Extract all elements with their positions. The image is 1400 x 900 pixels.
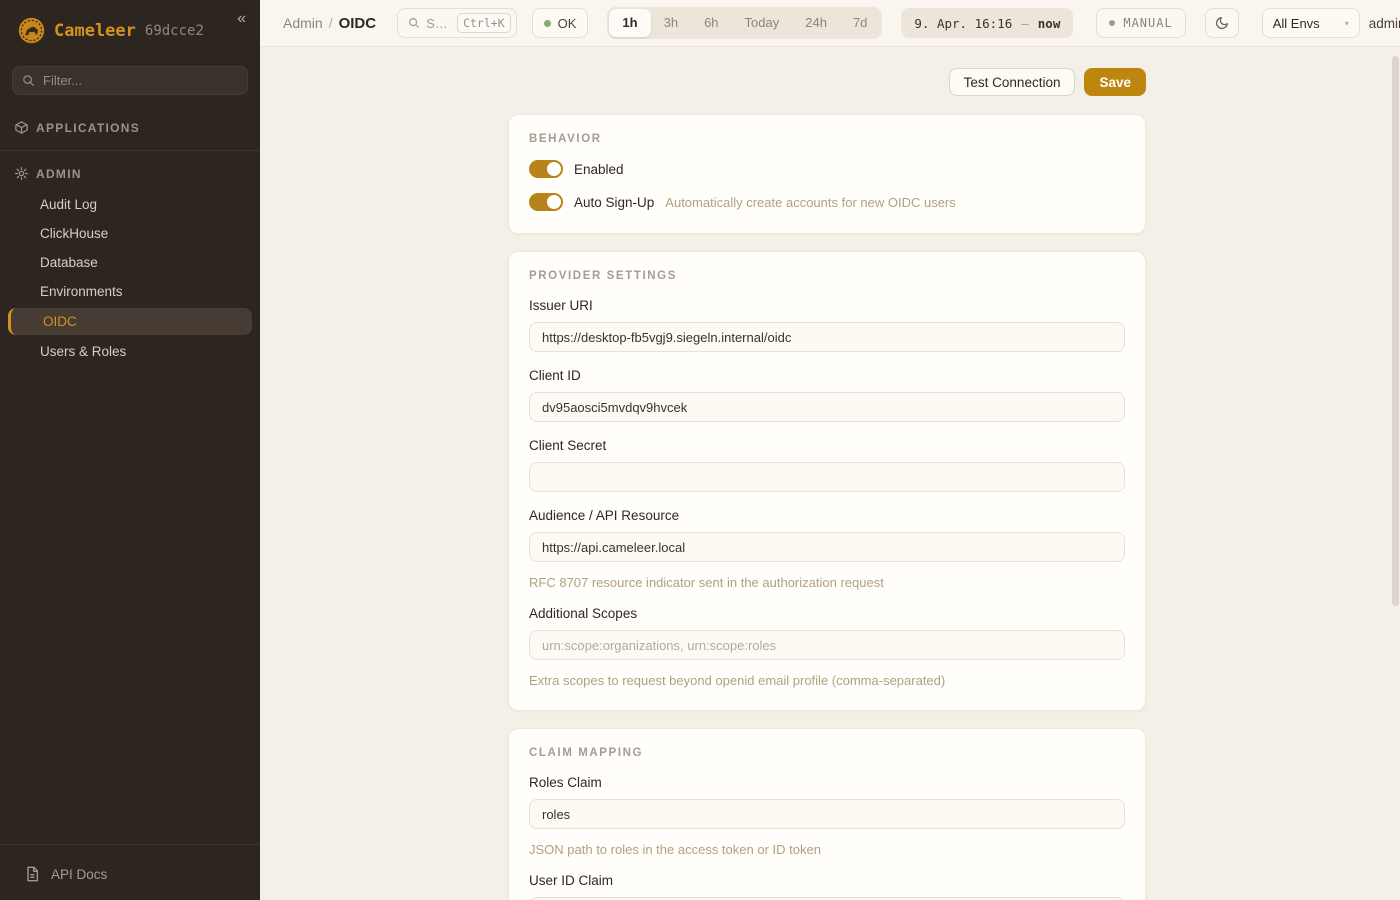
- main-area: Admin / OIDC Ctrl+K OK 1h 3h 6h Today: [260, 0, 1400, 900]
- brand-name: Cameleer: [54, 21, 136, 41]
- client-secret-input[interactable]: [529, 462, 1125, 492]
- time-range-today[interactable]: Today: [732, 9, 793, 37]
- breadcrumb-page: OIDC: [339, 15, 377, 32]
- breadcrumb-separator: /: [329, 15, 333, 31]
- time-range-segmented-control: 1h 3h 6h Today 24h 7d: [607, 7, 882, 39]
- provider-settings-card: PROVIDER SETTINGS Issuer URI Client ID C…: [508, 251, 1146, 711]
- environment-select[interactable]: All Envs ▾: [1262, 8, 1360, 38]
- theme-toggle-button[interactable]: [1205, 8, 1239, 38]
- moon-icon: [1214, 15, 1230, 31]
- sidebar-header: Cameleer 69dcce2 «: [0, 0, 260, 58]
- breadcrumb-admin[interactable]: Admin: [283, 15, 323, 31]
- client-secret-label: Client Secret: [529, 438, 1125, 453]
- breadcrumb: Admin / OIDC: [283, 15, 376, 32]
- filter-input[interactable]: [12, 66, 248, 95]
- username-label: admin: [1369, 16, 1400, 31]
- date-range-start: 9. Apr. 16:16: [914, 16, 1012, 31]
- date-range-end: now: [1038, 16, 1061, 31]
- health-status-button[interactable]: OK: [532, 8, 589, 38]
- roles-claim-label: Roles Claim: [529, 775, 1125, 790]
- additional-scopes-label: Additional Scopes: [529, 606, 1125, 621]
- enabled-toggle-row: Enabled: [529, 160, 1125, 178]
- auto-signup-toggle[interactable]: [529, 193, 563, 211]
- date-range-separator: —: [1021, 16, 1029, 31]
- audience-input[interactable]: [529, 532, 1125, 562]
- section-applications-label: APPLICATIONS: [36, 121, 140, 135]
- search-icon: [407, 16, 421, 30]
- behavior-card: BEHAVIOR Enabled Auto Sign-Up Automatica…: [508, 114, 1146, 234]
- admin-nav: Audit Log ClickHouse Database Environmen…: [0, 190, 260, 366]
- client-id-input[interactable]: [529, 392, 1125, 422]
- sidebar-filter: [12, 66, 248, 95]
- sidebar-item-database[interactable]: Database: [0, 248, 260, 277]
- cube-icon: [14, 120, 29, 135]
- roles-claim-input[interactable]: [529, 799, 1125, 829]
- auto-signup-hint: Automatically create accounts for new OI…: [665, 195, 955, 210]
- page-content: Test Connection Save BEHAVIOR Enabled Au…: [260, 47, 1400, 900]
- sidebar-item-audit-log[interactable]: Audit Log: [0, 190, 260, 219]
- time-range-7d[interactable]: 7d: [840, 9, 880, 37]
- search-icon: [21, 73, 36, 88]
- sidebar-item-users-roles[interactable]: Users & Roles: [0, 337, 260, 366]
- time-range-1h[interactable]: 1h: [609, 9, 650, 37]
- scrollbar[interactable]: [1392, 56, 1399, 606]
- issuer-uri-input[interactable]: [529, 322, 1125, 352]
- audience-label: Audience / API Resource: [529, 508, 1125, 523]
- status-green-dot: [544, 20, 551, 27]
- section-admin[interactable]: ADMIN: [0, 157, 260, 190]
- refresh-mode-dot: [1109, 20, 1115, 26]
- enabled-toggle-label: Enabled: [574, 162, 624, 177]
- time-range-24h[interactable]: 24h: [792, 9, 840, 37]
- sidebar-item-clickhouse[interactable]: ClickHouse: [0, 219, 260, 248]
- enabled-toggle[interactable]: [529, 160, 563, 178]
- sidebar-divider: [0, 150, 260, 151]
- chevron-down-icon: ▾: [1345, 19, 1349, 28]
- section-applications[interactable]: APPLICATIONS: [0, 111, 260, 144]
- gear-icon: [14, 166, 29, 181]
- document-icon: [24, 866, 40, 882]
- cameleer-logo-icon: [18, 17, 45, 44]
- refresh-mode-button[interactable]: MANUAL: [1096, 8, 1185, 38]
- save-button[interactable]: Save: [1084, 68, 1146, 96]
- global-search[interactable]: Ctrl+K: [397, 8, 517, 38]
- time-range-3h[interactable]: 3h: [651, 9, 691, 37]
- time-range-6h[interactable]: 6h: [691, 9, 731, 37]
- sidebar-item-environments[interactable]: Environments: [0, 277, 260, 306]
- toggle-knob: [547, 195, 561, 209]
- behavior-card-title: BEHAVIOR: [529, 133, 1125, 145]
- topbar: Admin / OIDC Ctrl+K OK 1h 3h 6h Today: [260, 0, 1400, 47]
- provider-card-title: PROVIDER SETTINGS: [529, 270, 1125, 282]
- additional-scopes-input[interactable]: [529, 630, 1125, 660]
- sidebar-footer: API Docs: [0, 838, 260, 900]
- environment-select-value: All Envs: [1273, 16, 1320, 31]
- api-docs-link[interactable]: API Docs: [0, 851, 260, 900]
- build-version: 69dcce2: [145, 23, 204, 39]
- auto-signup-toggle-label: Auto Sign-Up: [574, 195, 654, 210]
- claim-mapping-card: CLAIM MAPPING Roles Claim JSON path to r…: [508, 728, 1146, 900]
- section-admin-label: ADMIN: [36, 167, 82, 181]
- search-shortcut-kbd: Ctrl+K: [457, 13, 511, 33]
- additional-scopes-hint: Extra scopes to request beyond openid em…: [529, 673, 1125, 688]
- issuer-uri-label: Issuer URI: [529, 298, 1125, 313]
- api-docs-label: API Docs: [51, 867, 107, 882]
- sidebar: Cameleer 69dcce2 « APPLICATIONS ADMIN: [0, 0, 260, 900]
- app-window: Cameleer 69dcce2 « APPLICATIONS ADMIN: [0, 0, 1400, 900]
- date-range-picker[interactable]: 9. Apr. 16:16 — now: [901, 8, 1073, 38]
- status-label: OK: [558, 16, 577, 31]
- test-connection-button[interactable]: Test Connection: [949, 68, 1076, 96]
- claim-card-title: CLAIM MAPPING: [529, 747, 1125, 759]
- search-input[interactable]: [426, 16, 452, 31]
- audience-hint: RFC 8707 resource indicator sent in the …: [529, 575, 1125, 590]
- client-id-label: Client ID: [529, 368, 1125, 383]
- sidebar-footer-divider: [0, 844, 260, 845]
- page-actions: Test Connection Save: [508, 68, 1146, 96]
- roles-claim-hint: JSON path to roles in the access token o…: [529, 842, 1125, 857]
- sidebar-collapse-button[interactable]: «: [237, 10, 246, 28]
- refresh-mode-label: MANUAL: [1123, 16, 1172, 30]
- auto-signup-toggle-row: Auto Sign-Up Automatically create accoun…: [529, 193, 1125, 211]
- toggle-knob: [547, 162, 561, 176]
- user-id-claim-label: User ID Claim: [529, 873, 1125, 888]
- sidebar-item-oidc[interactable]: OIDC: [8, 308, 252, 335]
